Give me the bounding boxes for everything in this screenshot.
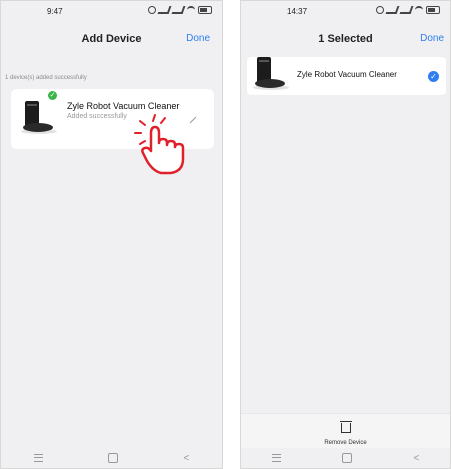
system-nav-bar: < (241, 448, 450, 468)
action-bar: Remove Device (241, 413, 450, 448)
status-time: 14:37 (287, 7, 308, 16)
checkmark-icon[interactable]: ✓ (428, 71, 439, 82)
header: 1 Selected Done (241, 29, 450, 51)
success-notice: 1 device(s) added successfully (5, 75, 87, 81)
remove-device-button[interactable]: Remove Device (241, 420, 450, 446)
add-device-screen: 9:47 Add Device Done 1 device(s) added s… (0, 0, 223, 469)
system-nav-bar: < (1, 448, 222, 468)
device-name: Zyle Robot Vacuum Cleaner (67, 101, 180, 111)
status-icons (376, 6, 440, 14)
trash-icon (339, 421, 352, 433)
signal-icon (171, 6, 186, 14)
page-title: 1 Selected (318, 33, 373, 45)
menu-nav-icon[interactable] (271, 454, 281, 462)
status-icons (148, 6, 212, 14)
status-bar: 14:37 (241, 1, 450, 27)
header: Add Device Done (1, 29, 222, 51)
home-nav-icon[interactable] (342, 453, 353, 463)
remove-device-label: Remove Device (324, 440, 367, 446)
menu-nav-icon[interactable] (33, 454, 43, 462)
select-device-screen: 14:37 1 Selected Done Zyle Robot Vacuum … (240, 0, 451, 469)
robot-vacuum-image (251, 55, 291, 95)
battery-icon (198, 6, 212, 14)
battery-icon (426, 6, 440, 14)
device-name: Zyle Robot Vacuum Cleaner (297, 70, 397, 79)
device-card-selected[interactable]: Zyle Robot Vacuum Cleaner ✓ (247, 57, 446, 95)
wifi-icon (187, 6, 195, 14)
device-status: Added successfully (67, 113, 127, 120)
signal-icon (385, 6, 400, 14)
done-button[interactable]: Done (186, 33, 210, 44)
signal-icon (399, 6, 414, 14)
status-time: 9:47 (47, 7, 63, 16)
tap-hand-icon (134, 114, 185, 175)
wifi-icon (415, 6, 423, 14)
back-nav-icon[interactable]: < (183, 453, 189, 464)
status-bar: 9:47 (1, 1, 222, 27)
alarm-icon (376, 6, 384, 14)
home-nav-icon[interactable] (108, 453, 119, 463)
checkmark-icon: ✓ (48, 91, 57, 100)
signal-icon (157, 6, 172, 14)
robot-vacuum-image (19, 99, 59, 139)
done-button[interactable]: Done (420, 33, 444, 44)
back-nav-icon[interactable]: < (413, 453, 419, 464)
alarm-icon (148, 6, 156, 14)
